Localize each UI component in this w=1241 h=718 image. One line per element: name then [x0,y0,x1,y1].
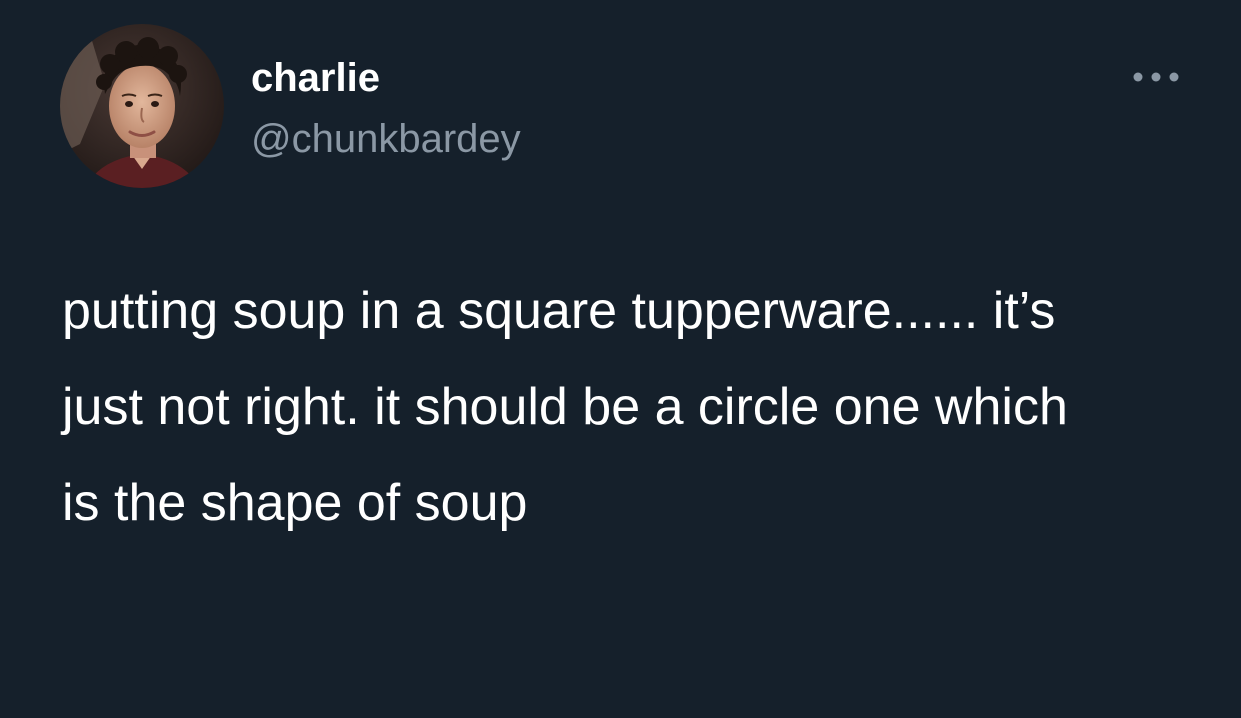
display-name[interactable]: charlie [251,52,951,104]
tweet-text: putting soup in a square tupperware.....… [62,282,1068,532]
more-dots-icon [1133,72,1179,82]
avatar[interactable] [60,24,224,188]
user-info: charlie @chunkbardey [251,52,951,165]
tweet-card: charlie @chunkbardey putting soup in a s… [0,0,1241,718]
profile-photo [60,24,224,188]
more-options-button[interactable] [1128,62,1184,92]
user-handle[interactable]: @chunkbardey [251,113,951,165]
